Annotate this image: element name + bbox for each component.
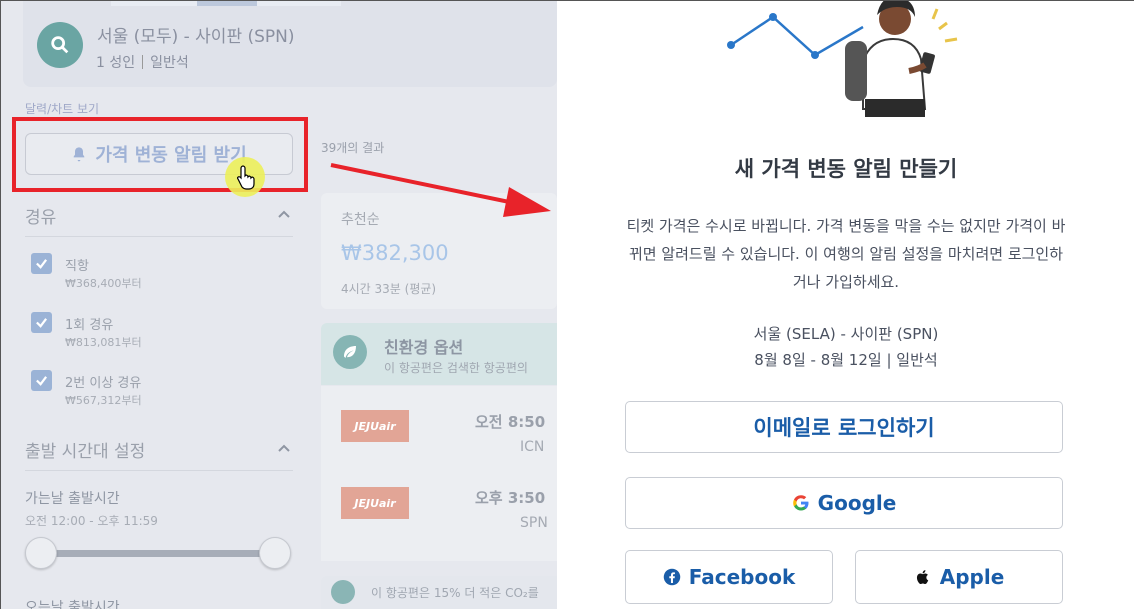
chevron-up-icon[interactable] [277,443,291,453]
calendar-chart-link[interactable]: 달력/차트 보기 [25,100,99,117]
google-login-button[interactable]: Google [625,477,1063,529]
filter-label: 직항 [65,259,89,274]
search-passenger-cabin: 1 성인 일반석 [96,52,189,72]
departure-time-heading: 출발 시간대 설정 [25,442,146,462]
results-count: 39개의 결과 [321,141,385,155]
sort-price: ₩382,300 [341,241,449,265]
top-tab-active [197,1,257,6]
chevron-up-icon[interactable] [277,209,291,219]
stops-heading: 경유 [25,208,57,228]
search-route: 서울 (모두) - 사이판 (SPN) [97,27,295,47]
apple-icon [916,570,928,584]
facebook-login-label: Facebook [688,565,796,589]
apple-login-button[interactable]: Apple [855,550,1063,604]
search-icon[interactable] [37,22,83,68]
arrow-annotation [330,163,551,217]
divider [25,470,293,471]
airline-logo: JEJUair [341,487,409,519]
trip-route: 서울 (SELA) - 사이판 (SPN) [753,325,939,343]
price-alert-modal: 새 가격 변동 알림 만들기 티켓 가격은 수시로 바뀝니다. 가격 변동을 막… [557,1,1134,609]
modal-description: 티켓 가격은 수시로 바뀝니다. 가격 변동을 막을 수는 없지만 가격이 바 … [573,212,1119,296]
email-login-button[interactable]: 이메일로 로그인하기 [625,401,1063,453]
cabin-class: 일반석 [150,55,189,71]
airline-logo: JEJUair [341,410,409,442]
checkbox[interactable] [31,370,52,391]
description-line: 거나 가입하세요. [792,273,900,291]
facebook-login-button[interactable]: Facebook [625,550,833,604]
checkbox[interactable] [31,312,52,333]
eco-info-text: 이 항공편은 15% 더 적은 CO₂를 [371,586,539,600]
filter-price: ₩567,312부터 [65,394,142,407]
apple-login-label: Apple [939,565,1005,589]
trip-dates: 8월 8일 - 8월 12일 | 일반석 [754,351,938,369]
slider-handle-start[interactable] [25,537,57,569]
facebook-icon [663,568,680,586]
departure-time: 오전 8:50 [475,413,546,431]
eco-subtitle: 이 항공편은 검색한 항공편의 [384,361,528,375]
slider-handle-end[interactable] [259,537,291,569]
leaf-icon [331,580,355,604]
filter-label: 2번 이상 경유 [65,376,142,391]
passenger-count: 1 성인 [96,55,136,71]
eco-title: 친환경 옵션 [384,338,464,357]
traveler-illustration [727,1,958,117]
sort-duration: 4시간 33분 (평균) [341,282,437,296]
hand-cursor-icon [237,165,255,190]
outbound-time-label: 가는날 출발시간 [25,491,120,507]
outbound-time-slider[interactable] [41,550,275,557]
background-page: 서울 (모두) - 사이판 (SPN) 1 성인 일반석 달력/차트 보기 가격 … [1,1,557,609]
airport-code: ICN [520,439,545,455]
filter-label: 1회 경유 [65,318,114,333]
description-line: 티켓 가격은 수시로 바뀝니다. 가격 변동을 막을 수는 없지만 가격이 바 [626,217,1066,235]
modal-title: 새 가격 변동 알림 만들기 [734,157,958,181]
description-line: 뀌면 알려드릴 수 있습니다. 이 여행의 알림 설정을 마치려면 로그인하 [628,245,1064,263]
checkbox[interactable] [31,253,52,274]
divider [25,236,293,237]
airport-code: SPN [520,515,548,531]
google-login-label: Google [817,491,897,515]
google-icon [792,495,809,511]
departure-time: 오후 3:50 [475,489,546,507]
outbound-time-range: 오전 12:00 - 오후 11:59 [25,514,158,528]
leaf-icon [333,335,367,369]
return-time-label: 오는날 출발시간 [25,600,120,609]
filter-price: ₩813,081부터 [65,336,142,349]
email-login-label: 이메일로 로그인하기 [753,416,935,440]
filter-price: ₩368,400부터 [65,277,142,290]
